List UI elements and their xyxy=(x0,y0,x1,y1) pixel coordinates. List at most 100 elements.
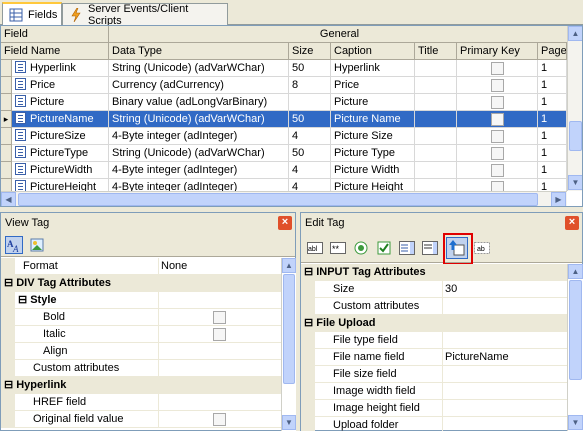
cell-size[interactable]: 4 xyxy=(289,162,331,179)
column-header[interactable]: Caption xyxy=(331,43,415,60)
collapse-icon[interactable]: ⊟ xyxy=(4,379,13,391)
cell-page[interactable]: 1 xyxy=(538,94,567,111)
property-row[interactable]: Custom attributes xyxy=(301,298,567,315)
collapse-icon[interactable]: ⊟ xyxy=(4,277,13,289)
cell-title[interactable] xyxy=(415,60,457,77)
checkbox[interactable] xyxy=(490,163,504,177)
cell-name[interactable]: PictureWidth xyxy=(12,162,109,179)
row-indicator[interactable] xyxy=(1,145,12,162)
fields-grid[interactable]: Field General Field Name Data Type Size Cap… xyxy=(0,25,583,207)
scroll-left-icon[interactable]: ◀ xyxy=(1,192,16,206)
cell-caption[interactable]: Picture Size xyxy=(331,128,415,145)
alphabetical-sort-icon[interactable]: AA xyxy=(5,236,23,254)
property-row[interactable]: Image height field xyxy=(301,400,567,417)
property-row[interactable]: Italic xyxy=(1,326,281,343)
cell-type[interactable]: Currency (adCurrency) xyxy=(109,77,289,94)
grid-horizontal-scrollbar[interactable]: ◀ ▶ xyxy=(1,191,567,206)
cell-title[interactable] xyxy=(415,128,457,145)
checkbox[interactable] xyxy=(490,95,504,109)
cell-name[interactable]: Price xyxy=(12,77,109,94)
cell-page[interactable]: 1 xyxy=(538,162,567,179)
primary-key-checkbox[interactable] xyxy=(457,111,538,128)
cell-size[interactable]: 4 xyxy=(289,128,331,145)
property-value[interactable]: None xyxy=(159,258,281,275)
property-category[interactable]: ⊟ DIV Tag Attributes xyxy=(1,275,281,292)
grid-vertical-scrollbar[interactable]: ▲ ▼ xyxy=(567,26,582,191)
cell-title[interactable] xyxy=(415,111,457,128)
checkbox[interactable] xyxy=(490,61,504,75)
cell-page[interactable]: 1 xyxy=(538,77,567,94)
scroll-down-icon[interactable]: ▼ xyxy=(282,415,296,430)
cell-size[interactable]: 50 xyxy=(289,60,331,77)
cell-caption[interactable]: Picture Type xyxy=(331,145,415,162)
cell-size[interactable]: 50 xyxy=(289,111,331,128)
cell-name[interactable]: Picture xyxy=(12,94,109,111)
cell-page[interactable]: 1 xyxy=(538,128,567,145)
property-row[interactable]: HREF field xyxy=(1,394,281,411)
cell-caption[interactable]: Picture Width xyxy=(331,162,415,179)
column-header[interactable]: Field Name xyxy=(1,43,109,60)
property-value[interactable] xyxy=(443,332,567,349)
row-indicator[interactable] xyxy=(1,77,12,94)
cell-type[interactable]: String (Unicode) (adVarWChar) xyxy=(109,145,289,162)
cell-name[interactable]: PictureName xyxy=(12,111,109,128)
row-indicator[interactable]: ▸ xyxy=(1,111,12,128)
row-indicator[interactable] xyxy=(1,60,12,77)
column-header[interactable]: Title xyxy=(415,43,457,60)
cell-caption[interactable]: Hyperlink xyxy=(331,60,415,77)
property-row[interactable]: File name field PictureName xyxy=(301,349,567,366)
property-value[interactable]: 30 xyxy=(443,281,567,298)
checkbox-icon[interactable] xyxy=(375,239,393,257)
tab-server-events[interactable]: Server Events/Client Scripts xyxy=(62,3,228,27)
column-header[interactable]: Data Type xyxy=(109,43,289,60)
scroll-down-icon[interactable]: ▼ xyxy=(568,415,583,430)
primary-key-checkbox[interactable] xyxy=(457,162,538,179)
textarea-icon[interactable] xyxy=(421,239,439,257)
property-value[interactable] xyxy=(159,309,281,326)
collapse-icon[interactable]: ⊟ xyxy=(304,266,313,278)
property-row[interactable]: Image width field xyxy=(301,383,567,400)
primary-key-checkbox[interactable] xyxy=(457,145,538,162)
cell-name[interactable]: PictureSize xyxy=(12,128,109,145)
scroll-thumb[interactable] xyxy=(283,274,295,384)
edit-tag-scrollbar[interactable]: ▲ ▼ xyxy=(567,264,583,431)
tab-fields[interactable]: Fields xyxy=(2,2,62,26)
property-value[interactable] xyxy=(443,417,567,431)
cell-page[interactable]: 1 xyxy=(538,145,567,162)
cell-caption[interactable]: Picture xyxy=(331,94,415,111)
property-row[interactable]: Upload folder xyxy=(301,417,567,431)
property-value[interactable] xyxy=(443,400,567,417)
cell-title[interactable] xyxy=(415,77,457,94)
scroll-right-icon[interactable]: ▶ xyxy=(551,192,566,206)
scroll-thumb[interactable] xyxy=(569,280,582,380)
property-category[interactable]: ⊟ INPUT Tag Attributes xyxy=(301,264,567,281)
cell-size[interactable]: 8 xyxy=(289,77,331,94)
close-icon[interactable]: × xyxy=(565,216,579,230)
select-list-icon[interactable] xyxy=(398,239,416,257)
row-indicator[interactable] xyxy=(1,94,12,111)
cell-title[interactable] xyxy=(415,94,457,111)
cell-size[interactable] xyxy=(289,94,331,111)
password-field-icon[interactable]: ** xyxy=(329,239,347,257)
cell-type[interactable]: Binary value (adLongVarBinary) xyxy=(109,94,289,111)
checkbox[interactable] xyxy=(490,78,504,92)
primary-key-checkbox[interactable] xyxy=(457,77,538,94)
primary-key-checkbox[interactable] xyxy=(457,94,538,111)
checkbox[interactable] xyxy=(213,412,226,426)
property-row[interactable]: Format None xyxy=(1,258,281,275)
scroll-up-icon[interactable]: ▲ xyxy=(568,264,583,279)
property-row[interactable]: Original field value xyxy=(1,411,281,428)
cell-type[interactable]: 4-Byte integer (adInteger) xyxy=(109,128,289,145)
collapse-icon[interactable]: ⊟ xyxy=(18,294,27,306)
scroll-down-icon[interactable]: ▼ xyxy=(568,175,582,190)
cell-page[interactable]: 1 xyxy=(538,111,567,128)
cell-type[interactable]: String (Unicode) (adVarWChar) xyxy=(109,60,289,77)
scroll-up-icon[interactable]: ▲ xyxy=(568,26,582,41)
row-indicator[interactable] xyxy=(1,162,12,179)
cell-page[interactable]: 1 xyxy=(538,60,567,77)
collapse-icon[interactable]: ⊟ xyxy=(304,317,313,329)
hidden-field-icon[interactable]: ab xyxy=(473,239,491,257)
radio-button-icon[interactable] xyxy=(352,239,370,257)
primary-key-checkbox[interactable] xyxy=(457,60,538,77)
checkbox[interactable] xyxy=(490,146,504,160)
